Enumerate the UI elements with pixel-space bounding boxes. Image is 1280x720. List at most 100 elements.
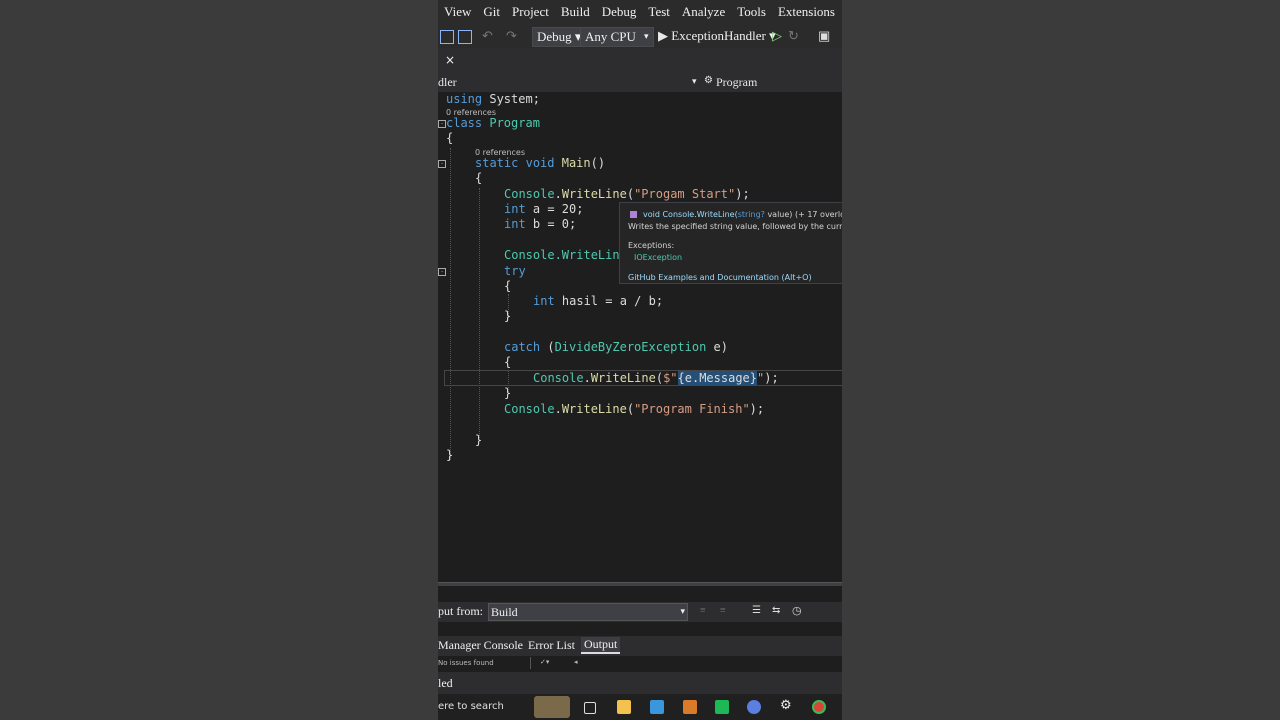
project-dropdown-label[interactable]: dler — [438, 75, 457, 90]
output-toolbar: put from: Build ▾ ≡ ≡ ☰ ⇆ ◷ — [438, 602, 842, 622]
find-message-icon[interactable]: ≡ — [700, 605, 706, 616]
tooltip-signature: void Console.WriteLine(string? value) (+… — [643, 210, 842, 219]
type-dropdown-label[interactable]: Program — [716, 75, 757, 90]
tooltip-exception-link[interactable]: IOException — [634, 253, 682, 262]
indent-guide — [479, 188, 480, 438]
quick-info-tooltip: void Console.WriteLine(string? value) (+… — [619, 202, 842, 284]
tool-window-tabs: Manager Console Error List Output — [438, 636, 842, 656]
hot-reload-icon[interactable]: ↻ — [788, 27, 799, 45]
clear-all-icon[interactable]: ≡ — [720, 605, 726, 616]
configuration-value: Debug — [537, 29, 572, 44]
word-wrap-icon[interactable]: ☰ — [752, 605, 761, 616]
tooltip-docs-link[interactable]: GitHub Examples and Documentation (Alt+O… — [628, 273, 812, 282]
menu-item-git[interactable]: Git — [483, 4, 500, 20]
mail-icon[interactable] — [650, 700, 664, 714]
save-icon[interactable] — [440, 30, 454, 44]
toggle-icon[interactable]: ⇆ — [772, 605, 780, 616]
decl-hasil: hasil = a / b; — [554, 294, 664, 308]
start-target-label: ExceptionHandler — [671, 28, 766, 43]
string-start: $" — [663, 371, 678, 385]
code-line-writeline-partial: Console.WriteLin — [504, 248, 620, 262]
indent-guide — [450, 148, 451, 460]
namespace-system: System; — [482, 92, 540, 106]
windows-taskbar: ere to search ⚙ — [438, 694, 842, 720]
catch-var: e) — [706, 340, 728, 354]
keyword-int: int — [533, 294, 555, 308]
main-params: () — [590, 156, 606, 170]
chrome-icon[interactable] — [812, 700, 826, 714]
task-view-icon[interactable] — [584, 702, 596, 714]
menu-item-tools[interactable]: Tools — [737, 4, 766, 20]
keyword-void: void — [525, 156, 555, 170]
solution-configuration-select[interactable]: Debug ▾ — [532, 27, 587, 47]
chevron-down-icon: ▾ — [680, 606, 685, 616]
document-tab-bar: × — [438, 48, 842, 74]
search-highlight-icon[interactable] — [534, 696, 570, 718]
browser-icon[interactable] — [747, 700, 761, 714]
undo-icon[interactable]: ↶ — [482, 27, 493, 45]
string-literal: "Progam Start" — [634, 187, 736, 201]
keyword-int: int — [504, 202, 526, 216]
code-line-brace: } — [504, 386, 512, 400]
menu-item-test[interactable]: Test — [648, 4, 669, 20]
code-line-brace: { — [446, 131, 454, 145]
signature-prefix: void Console.WriteLine( — [643, 210, 738, 219]
brush-icon[interactable]: ✓▾ — [540, 658, 549, 666]
browse-icon[interactable]: ▣ — [818, 27, 830, 45]
tab-package-manager-console[interactable]: Manager Console — [438, 638, 523, 653]
tooltip-description: Writes the specified string value, follo… — [628, 222, 842, 231]
type-console: Console — [504, 187, 555, 201]
collapse-toggle[interactable]: - — [438, 120, 446, 128]
chat-icon[interactable] — [715, 700, 729, 714]
menu-item-project[interactable]: Project — [512, 4, 549, 20]
menu-item-build[interactable]: Build — [561, 4, 590, 20]
redo-icon[interactable]: ↷ — [506, 27, 517, 45]
keyword-using: using — [446, 92, 483, 106]
issues-status[interactable]: No issues found — [438, 659, 494, 667]
close-tab-icon[interactable]: × — [445, 53, 455, 67]
menu-item-debug[interactable]: Debug — [602, 4, 637, 20]
settings-gear-icon[interactable]: ⚙ — [780, 698, 794, 713]
code-line-try: try — [504, 264, 526, 278]
code-line-hasil: int hasil = a / b; — [533, 294, 663, 308]
keyword-catch: catch — [504, 340, 541, 354]
signature-type: string? — [737, 210, 765, 219]
code-line-writeline-start: Console.WriteLine("Progam Start"); — [504, 187, 750, 201]
menu-item-extensions[interactable]: Extensions — [778, 4, 835, 20]
output-source-value: Build — [491, 605, 518, 619]
collapse-toggle[interactable]: - — [438, 160, 446, 168]
decl-a: a = 20; — [525, 202, 584, 216]
class-name: Program — [489, 116, 540, 130]
collapse-toggle[interactable]: - — [438, 268, 446, 276]
platform-chevron-down-icon[interactable]: ▾ — [644, 27, 649, 45]
code-line-catch: catch (DivideByZeroException e) — [504, 340, 728, 354]
method-main: Main — [561, 156, 591, 170]
output-source-select[interactable]: Build ▾ — [488, 603, 688, 621]
tab-error-list[interactable]: Error List — [528, 638, 575, 653]
file-explorer-icon[interactable] — [617, 700, 631, 714]
save-all-icon[interactable] — [458, 30, 472, 44]
class-icon: ⚙ — [704, 75, 713, 86]
search-box-placeholder[interactable]: ere to search — [438, 701, 504, 712]
code-line-writeline-finish: Console.WriteLine("Program Finish"); — [504, 402, 765, 416]
menu-item-analyze[interactable]: Analyze — [682, 4, 725, 20]
start-without-debugging-icon[interactable]: ▷ — [772, 27, 782, 45]
menu-bar: View Git Project Build Debug Test Analyz… — [438, 0, 842, 24]
solution-platform-select[interactable]: Any CPU — [580, 27, 654, 47]
code-line-int-b: int b = 0; — [504, 217, 576, 231]
clock-icon[interactable]: ◷ — [792, 604, 802, 617]
tab-output[interactable]: Output — [581, 637, 621, 654]
code-line-writeline-message: Console.WriteLine($"{e.Message}"); — [533, 371, 779, 385]
code-editor[interactable]: - - - using System; 0 references class P… — [438, 92, 842, 584]
left-backdrop — [0, 0, 438, 720]
editor-status-row: No issues found ✓▾ ◂ — [438, 656, 842, 670]
keyword-try: try — [504, 264, 526, 278]
menu-item-view[interactable]: View — [444, 4, 471, 20]
standard-toolbar: ↶ ↷ Debug ▾ Any CPU ▾ ▶ ExceptionHandler… — [438, 24, 842, 48]
type-dropdown-chevron-icon[interactable]: ▾ — [692, 76, 697, 87]
sync-icon[interactable] — [683, 700, 697, 714]
method-cube-icon — [630, 211, 637, 218]
divider — [530, 657, 531, 669]
chevron-left-icon[interactable]: ◂ — [574, 658, 578, 666]
start-debugging-button[interactable]: ▶ ExceptionHandler ▾ — [658, 27, 776, 45]
